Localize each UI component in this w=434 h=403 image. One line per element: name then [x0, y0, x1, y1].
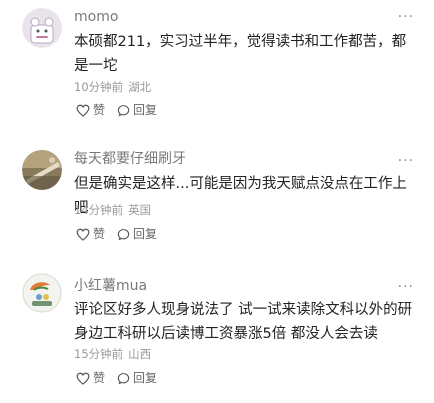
- comment-actions: 赞 回复: [76, 102, 157, 118]
- like-label: 赞: [93, 227, 106, 241]
- reply-label: 回复: [133, 227, 158, 241]
- reply-button[interactable]: 回复: [117, 370, 157, 386]
- like-label: 赞: [93, 103, 106, 117]
- comment-time: 14分钟前: [74, 203, 124, 217]
- comment-actions: 赞 回复: [76, 226, 157, 242]
- comment-actions: 赞 回复: [76, 370, 157, 386]
- username[interactable]: momo: [74, 7, 118, 27]
- more-icon[interactable]: ···: [398, 154, 414, 168]
- like-button[interactable]: 赞: [76, 102, 105, 118]
- reply-label: 回复: [133, 103, 158, 117]
- chat-bubble-icon: [117, 228, 130, 240]
- more-icon[interactable]: ···: [398, 280, 414, 294]
- like-button[interactable]: 赞: [76, 226, 105, 242]
- comment-meta: 15分钟前 山西: [74, 346, 151, 362]
- like-button[interactable]: 赞: [76, 370, 105, 386]
- username[interactable]: 小红薯mua: [74, 276, 147, 296]
- heart-icon: [76, 228, 90, 241]
- comment-meta: 14分钟前 英国: [74, 202, 151, 218]
- comment-item: 小红薯mua ··· 评论区好多人现身说法了 试一试来读除文科以外的研身边工科研…: [0, 260, 434, 403]
- comment-text: 评论区好多人现身说法了 试一试来读除文科以外的研身边工科研以后读博工资暴涨5倍 …: [74, 302, 413, 342]
- comment-location: 湖北: [128, 80, 152, 94]
- avatar[interactable]: [22, 150, 62, 190]
- reply-button[interactable]: 回复: [117, 102, 157, 118]
- comment-meta: 10分钟前 湖北: [74, 79, 151, 95]
- comment-location: 山西: [128, 347, 152, 361]
- comment-time: 15分钟前: [74, 347, 124, 361]
- comment-text: 本硕都211，实习过半年，觉得读书和工作都苦，都是一坨: [74, 34, 407, 74]
- chat-bubble-icon: [117, 104, 130, 116]
- avatar[interactable]: [22, 8, 62, 48]
- comment-item: momo ··· 本硕都211，实习过半年，觉得读书和工作都苦，都是一坨 10分…: [0, 0, 434, 125]
- reply-label: 回复: [133, 371, 158, 385]
- heart-icon: [76, 372, 90, 385]
- comment-item: 每天都要仔细刷牙 ··· 但是确实是这样...可能是因为我天赋点没点在工作上吧 …: [0, 140, 434, 260]
- chat-bubble-icon: [117, 372, 130, 384]
- username[interactable]: 每天都要仔细刷牙: [74, 149, 186, 169]
- comment-location: 英国: [128, 203, 152, 217]
- comment-time: 10分钟前: [74, 80, 124, 94]
- avatar[interactable]: [22, 273, 62, 313]
- more-icon[interactable]: ···: [398, 10, 414, 24]
- like-label: 赞: [93, 371, 106, 385]
- heart-icon: [76, 104, 90, 117]
- reply-button[interactable]: 回复: [117, 226, 157, 242]
